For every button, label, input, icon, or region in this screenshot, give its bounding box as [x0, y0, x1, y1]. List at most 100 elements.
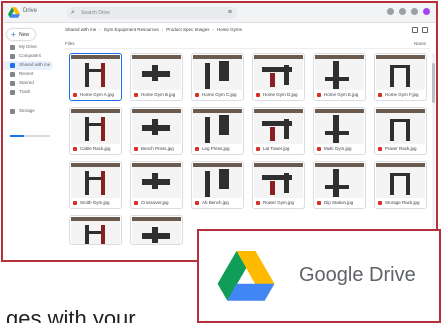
thumbnail-header	[315, 55, 364, 59]
sidebar-item-my-drive[interactable]: My Drive	[3, 43, 61, 52]
google-drive-logo-icon	[217, 251, 275, 301]
file-caption: Storage Rack.jpg	[376, 199, 425, 207]
equipment-shape	[89, 123, 101, 126]
list-view-icon[interactable]	[412, 27, 418, 33]
file-thumbnail	[376, 55, 425, 90]
file-caption: Home Gym A.jpg	[71, 91, 120, 99]
sort-by-button[interactable]: Name	[414, 41, 426, 46]
thumbnail-header	[193, 55, 242, 59]
settings-icon[interactable]	[399, 8, 406, 15]
equipment-shape	[325, 77, 349, 81]
equipment-shape	[152, 119, 158, 135]
file-card[interactable]: Lat Tower.jpg	[252, 107, 305, 155]
equipment-shape	[284, 119, 289, 139]
image-file-icon	[378, 201, 382, 205]
file-card[interactable]: Cable Rack.jpg	[69, 107, 122, 155]
image-file-icon	[134, 147, 138, 151]
file-card[interactable]: Leg Press.jpg	[191, 107, 244, 155]
file-card[interactable]: Ab Bench.jpg	[191, 161, 244, 209]
breadcrumb-item[interactable]: Gym Equipment Resources	[104, 27, 159, 32]
file-thumbnail	[193, 163, 242, 198]
equipment-shape	[152, 65, 158, 81]
image-file-icon	[256, 201, 260, 205]
breadcrumb-item[interactable]: Product Spec Images	[166, 27, 209, 32]
file-card[interactable]: Power Rack.jpg	[374, 107, 427, 155]
sidebar-item-label: Trash	[19, 89, 31, 94]
sidebar-item-recent[interactable]: Recent	[3, 70, 61, 79]
equipment-shape	[219, 169, 229, 189]
sidebar-item-starred[interactable]: Starred	[3, 79, 61, 88]
file-card[interactable]: Home Gym C.jpg	[191, 53, 244, 101]
sidebar-item-label: Shared with me	[19, 62, 51, 67]
breadcrumb-separator-icon: ›	[161, 27, 164, 32]
file-thumbnail	[132, 163, 181, 198]
equipment-shape	[333, 169, 339, 197]
drive-screenshot: Drive ⌕ Search Drive ≡ + New My Drive Co…	[1, 1, 438, 262]
file-card[interactable]: Home Gym A.jpg	[69, 53, 122, 101]
help-icon[interactable]	[387, 8, 394, 15]
breadcrumb-item[interactable]: Shared with me	[65, 27, 96, 32]
apps-icon[interactable]	[411, 8, 418, 15]
search-input[interactable]: ⌕ Search Drive ≡	[67, 7, 237, 19]
file-card[interactable]: Bench Press.jpg	[130, 107, 183, 155]
breadcrumb-item[interactable]: Home Gyms	[217, 27, 242, 32]
file-card[interactable]: Storage Rack.jpg	[374, 161, 427, 209]
new-button[interactable]: + New	[7, 29, 35, 40]
equipment-shape	[406, 119, 410, 141]
file-card[interactable]: Home Gym B.jpg	[130, 53, 183, 101]
image-file-icon	[73, 93, 77, 97]
files-header-label: Files	[65, 41, 75, 46]
file-card[interactable]: Home Gym D.jpg	[252, 53, 305, 101]
sidebar-item-computers[interactable]: Computers	[3, 52, 61, 61]
equipment-shape	[205, 117, 210, 143]
computer-icon	[10, 54, 15, 59]
file-caption: Leg Press.jpg	[193, 145, 242, 153]
thumbnail-header	[315, 109, 364, 113]
file-name: Dip Station.jpg	[324, 200, 354, 205]
file-card[interactable]: Home Gym F.jpg	[374, 53, 427, 101]
sidebar-nav: My Drive Computers Shared with me Recent…	[3, 43, 61, 116]
sidebar-item-label: Storage	[19, 108, 35, 113]
equipment-shape	[270, 181, 275, 195]
equipment-shape	[101, 225, 105, 244]
file-card[interactable]: Home Gym E.jpg	[313, 53, 366, 101]
file-caption: Ab Bench.jpg	[193, 199, 242, 207]
thumbnail-header	[315, 163, 364, 167]
image-file-icon	[73, 201, 77, 205]
file-card[interactable]: Multi Gym.jpg	[313, 107, 366, 155]
equipment-shape	[325, 131, 349, 135]
scrollbar-thumb[interactable]	[432, 63, 435, 103]
equipment-shape	[333, 61, 339, 89]
avatar[interactable]	[423, 8, 430, 15]
thumbnail-header	[254, 163, 303, 167]
sidebar-item-label: Starred	[19, 80, 34, 85]
file-card[interactable]	[69, 215, 122, 245]
file-thumbnail	[71, 109, 120, 144]
file-card[interactable]: Smith Gym.jpg	[69, 161, 122, 209]
equipment-shape	[333, 115, 339, 143]
sidebar-item-shared[interactable]: Shared with me	[3, 61, 53, 70]
file-card[interactable]	[130, 215, 183, 245]
equipment-shape	[85, 171, 89, 195]
image-file-icon	[195, 147, 199, 151]
info-icon[interactable]	[422, 27, 428, 33]
file-thumbnail	[315, 109, 364, 144]
trash-icon	[10, 90, 15, 95]
file-card[interactable]: Dip Station.jpg	[313, 161, 366, 209]
sidebar-item-trash[interactable]: Trash	[3, 88, 61, 97]
scrollbar[interactable]	[432, 53, 435, 253]
toolbar-icons	[387, 8, 430, 15]
search-options-icon[interactable]: ≡	[228, 8, 232, 18]
equipment-shape	[89, 231, 101, 234]
thumbnail-header	[193, 163, 242, 167]
equipment-shape	[205, 171, 210, 197]
equipment-shape	[101, 171, 105, 195]
equipment-shape	[85, 225, 89, 244]
file-card[interactable]: Crossover.jpg	[130, 161, 183, 209]
sidebar-item-storage[interactable]: Storage	[3, 107, 61, 116]
file-name: Leg Press.jpg	[202, 146, 230, 151]
equipment-shape	[284, 65, 289, 85]
file-caption: Home Gym D.jpg	[254, 91, 303, 99]
file-card[interactable]: Rower Gym.jpg	[252, 161, 305, 209]
thumbnail-header	[71, 55, 120, 59]
